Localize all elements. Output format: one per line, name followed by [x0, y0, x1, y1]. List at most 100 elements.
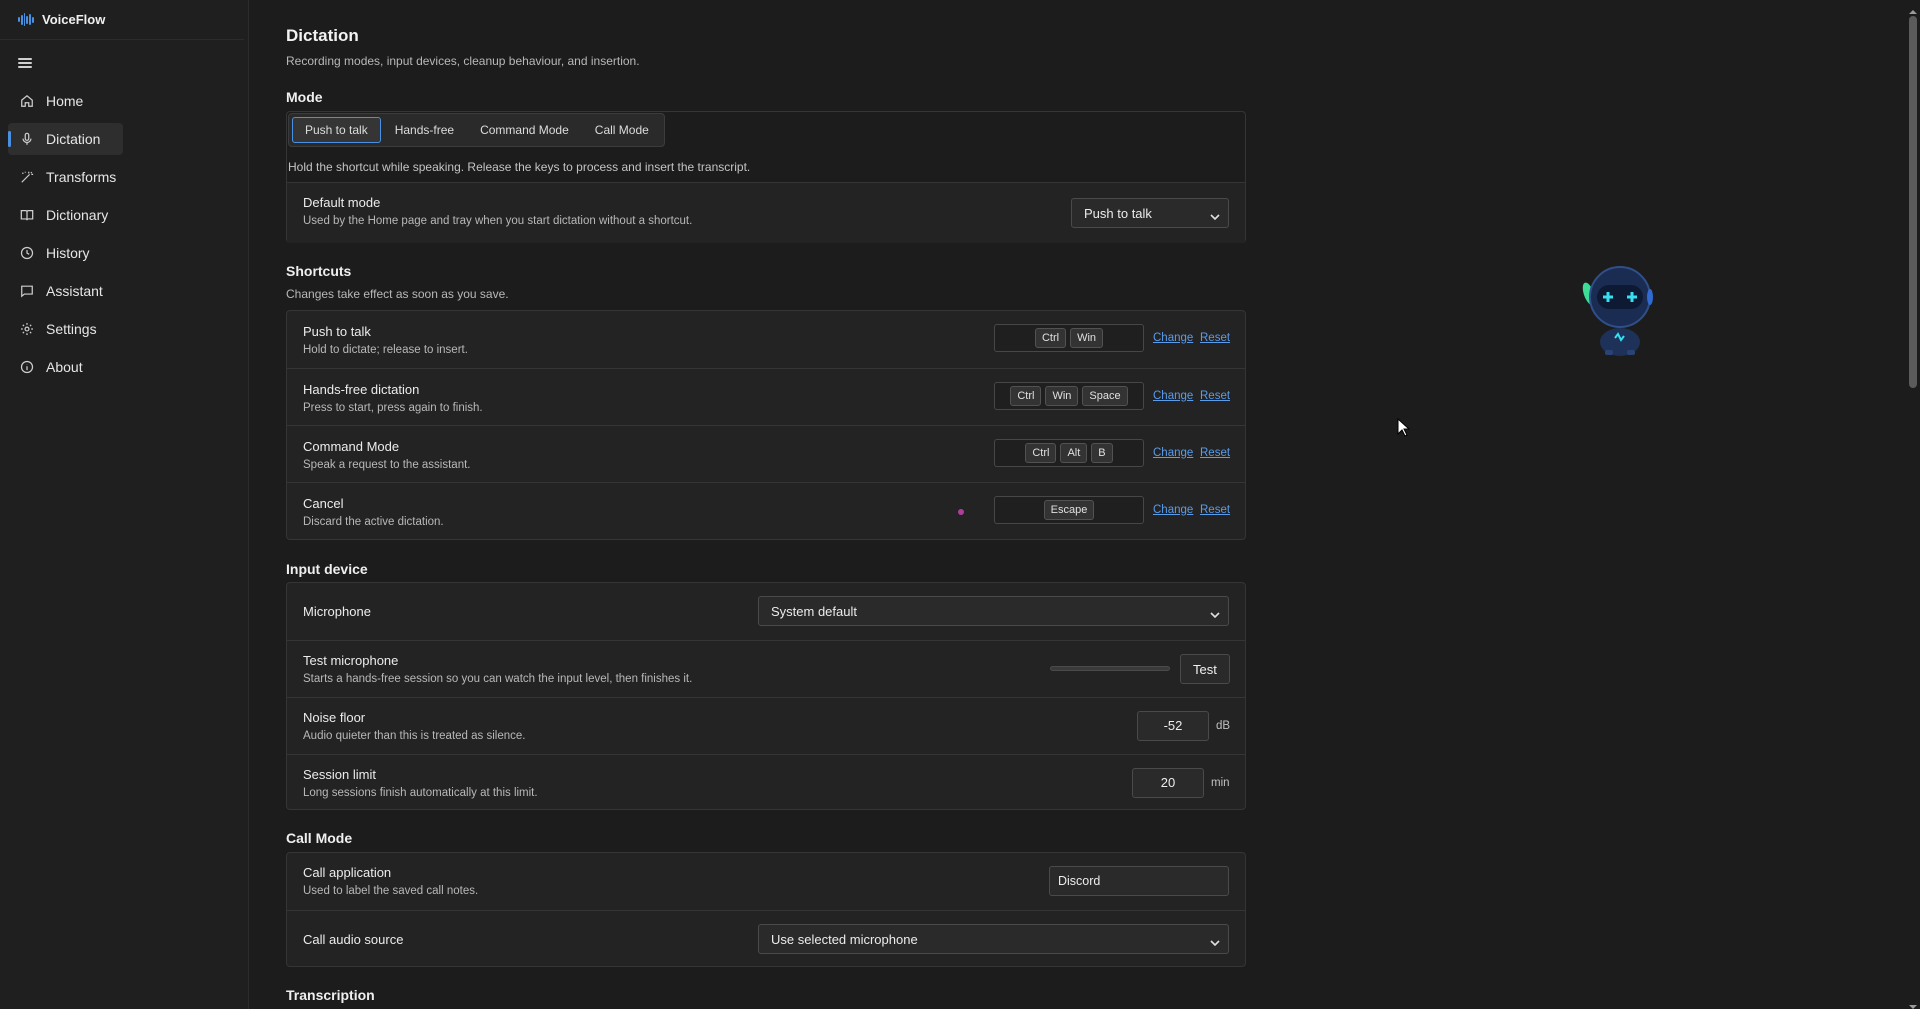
call-audio-source-value: Use selected microphone [771, 931, 918, 947]
magic-wand-icon [20, 170, 34, 184]
sidebar-item-label: Dictation [46, 131, 101, 147]
test-microphone-title: Test microphone [303, 653, 399, 668]
session-limit-input[interactable]: 20 [1132, 768, 1204, 798]
sidebar-item-assistant[interactable]: Assistant [8, 275, 123, 307]
call-audio-source-select[interactable]: Use selected microphone [758, 924, 1229, 954]
sidebar-item-about[interactable]: About [8, 351, 123, 383]
tab-command-mode[interactable]: Command Mode [468, 117, 581, 143]
change-link[interactable]: Change [1153, 390, 1193, 402]
default-mode-select[interactable]: Push to talk [1071, 198, 1229, 228]
info-icon [20, 360, 34, 374]
default-mode-row: Default mode Used by the Home page and t… [287, 182, 1245, 243]
shortcut-desc: Press to start, press again to finish. [303, 402, 483, 414]
shortcut-desc: Hold to dictate; release to insert. [303, 344, 468, 356]
microphone-select[interactable]: System default [758, 596, 1229, 626]
tab-call-mode[interactable]: Call Mode [583, 117, 661, 143]
gear-icon [20, 322, 34, 336]
sidebar-item-history[interactable]: History [8, 237, 123, 269]
shortcut-keys[interactable]: Ctrl Win Space [994, 382, 1144, 410]
transcription-section-title: Transcription [286, 987, 375, 1003]
test-microphone-row: Test microphone Starts a hands-free sess… [287, 640, 1245, 697]
sidebar-item-label: About [46, 359, 83, 375]
key-cap: Win [1070, 328, 1104, 348]
microphone-row: Microphone System default [287, 583, 1245, 640]
shortcut-keys[interactable]: Escape [994, 496, 1144, 524]
sidebar-item-dictation[interactable]: Dictation [8, 123, 123, 155]
noise-floor-unit: dB [1216, 720, 1231, 732]
chat-icon [20, 284, 34, 298]
sidebar-item-label: Assistant [46, 283, 103, 299]
shortcuts-section-title: Shortcuts [286, 263, 352, 279]
shortcut-row-hands-free: Hands-free dictation Press to start, pre… [287, 368, 1245, 425]
change-link[interactable]: Change [1153, 504, 1193, 516]
sidebar: VoiceFlow Home Dictation Transforms Dict… [0, 0, 249, 1009]
sidebar-item-home[interactable]: Home [8, 85, 123, 117]
recording-indicator-dot [958, 509, 964, 515]
shortcuts-subtitle: Changes take effect as soon as you save. [286, 287, 509, 301]
chevron-down-icon [1210, 607, 1220, 619]
reset-link[interactable]: Reset [1200, 504, 1230, 516]
call-application-desc: Used to label the saved call notes. [303, 885, 479, 897]
reset-link[interactable]: Reset [1200, 390, 1230, 402]
session-limit-title: Session limit [303, 767, 376, 782]
tab-push-to-talk[interactable]: Push to talk [292, 117, 381, 143]
brand: VoiceFlow [0, 0, 244, 40]
shortcut-desc: Speak a request to the assistant. [303, 459, 471, 471]
test-button[interactable]: Test [1180, 654, 1230, 684]
noise-floor-row: Noise floor Audio quieter than this is t… [287, 697, 1245, 754]
reset-link[interactable]: Reset [1200, 332, 1230, 344]
mode-card: Push to talk Hands-free Command Mode Cal… [286, 111, 1246, 243]
home-icon [20, 94, 34, 108]
mouse-cursor-icon [1397, 417, 1411, 438]
sidebar-item-label: Settings [46, 321, 97, 337]
shortcut-title: Push to talk [303, 324, 371, 339]
call-mode-card: Call application Used to label the saved… [286, 852, 1246, 967]
microphone-title: Microphone [303, 604, 371, 619]
waveform-logo-icon [18, 13, 34, 27]
shortcut-title: Command Mode [303, 439, 400, 454]
default-mode-value: Push to talk [1084, 205, 1152, 221]
key-cap: Win [1045, 386, 1079, 406]
key-cap: Ctrl [1010, 386, 1042, 406]
chevron-down-icon [1210, 209, 1220, 221]
session-limit-row: Session limit Long sessions finish autom… [287, 754, 1245, 811]
call-audio-source-title: Call audio source [303, 932, 404, 947]
change-link[interactable]: Change [1153, 332, 1193, 344]
tab-hands-free[interactable]: Hands-free [383, 117, 466, 143]
call-application-input[interactable]: Discord [1049, 866, 1229, 896]
input-level-meter [1050, 666, 1170, 671]
sidebar-item-label: Transforms [46, 169, 117, 185]
input-device-card: Microphone System default Test microphon… [286, 582, 1246, 810]
sidebar-nav: Home Dictation Transforms Dictionary His… [8, 85, 241, 389]
mode-hint: Hold the shortcut while speaking. Releas… [288, 160, 751, 174]
noise-floor-desc: Audio quieter than this is treated as si… [303, 730, 526, 742]
sidebar-item-label: History [46, 245, 90, 261]
default-mode-title: Default mode [303, 195, 381, 210]
shortcut-row-cancel: Cancel Discard the active dictation. Esc… [287, 482, 1245, 539]
robot-mascot-icon[interactable] [1575, 262, 1665, 357]
app-name: VoiceFlow [42, 12, 106, 27]
shortcut-keys[interactable]: Ctrl Alt B [994, 439, 1144, 467]
scrollbar-thumb[interactable] [1909, 16, 1917, 388]
scroll-down-arrow-icon[interactable] [1909, 998, 1917, 1009]
sidebar-item-label: Dictionary [46, 207, 109, 223]
sidebar-item-transforms[interactable]: Transforms [8, 161, 123, 193]
key-cap: Ctrl [1034, 328, 1067, 348]
chevron-down-icon [1210, 935, 1220, 947]
shortcut-row-command-mode: Command Mode Speak a request to the assi… [287, 425, 1245, 482]
shortcut-row-push-to-talk: Push to talk Hold to dictate; release to… [287, 311, 1245, 368]
call-application-row: Call application Used to label the saved… [287, 853, 1245, 910]
noise-floor-input[interactable]: -52 [1137, 711, 1209, 741]
change-link[interactable]: Change [1153, 447, 1193, 459]
menu-toggle-icon[interactable] [18, 56, 32, 70]
reset-link[interactable]: Reset [1200, 447, 1230, 459]
shortcut-desc: Discard the active dictation. [303, 516, 444, 528]
microphone-value: System default [771, 603, 857, 619]
shortcut-keys[interactable]: Ctrl Win [994, 324, 1144, 352]
scroll-up-arrow-icon[interactable] [1909, 3, 1917, 14]
vertical-scrollbar[interactable] [1906, 0, 1920, 1009]
sidebar-item-dictionary[interactable]: Dictionary [8, 199, 123, 231]
call-application-title: Call application [303, 865, 392, 880]
shortcuts-card: Push to talk Hold to dictate; release to… [286, 310, 1246, 540]
sidebar-item-settings[interactable]: Settings [8, 313, 123, 345]
